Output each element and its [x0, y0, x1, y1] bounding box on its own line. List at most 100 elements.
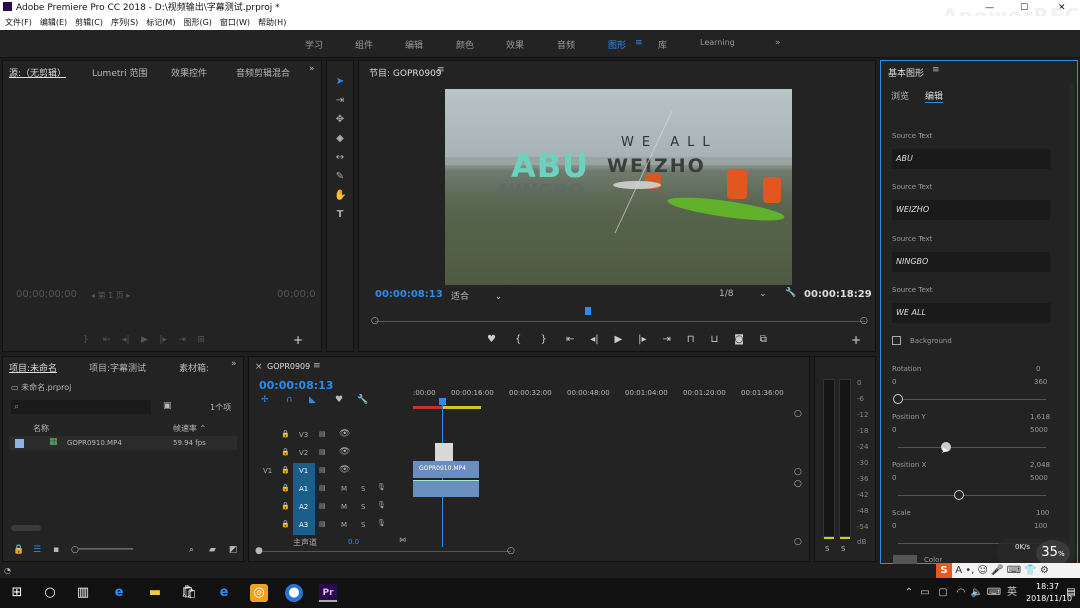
program-timecode[interactable]: 00:00:08:13 [375, 289, 443, 300]
ws-tab-graphics[interactable]: 图形 [608, 38, 626, 51]
tl-scroll-mid2[interactable]: ○ [794, 479, 802, 489]
position-y-slider[interactable] [898, 447, 1046, 448]
project-h-scrollbar[interactable] [11, 525, 41, 531]
menu-window[interactable]: 窗口(W) [220, 18, 250, 27]
add-marker-tl-icon[interactable]: ◣ [309, 395, 316, 405]
pen-tool-icon[interactable]: ✎ [334, 172, 346, 182]
wrench-icon[interactable]: 🔧 [785, 288, 796, 298]
lift-icon[interactable]: ⊓ [687, 334, 695, 345]
timeline-close-icon[interactable]: × [255, 362, 263, 372]
selection-tool-icon[interactable]: ➤ [334, 77, 346, 87]
graphic-clip-v2[interactable] [435, 443, 453, 461]
mark-in-icon[interactable]: { [515, 334, 521, 345]
icon-view-icon[interactable]: ▪ [53, 545, 59, 555]
panel-overflow-icon[interactable]: » [309, 64, 315, 74]
source-text-field-abu[interactable]: ABU [892, 149, 1050, 169]
razor-tool-icon[interactable]: ◆ [334, 134, 346, 144]
lock-v3-icon[interactable]: 🔒 [281, 430, 290, 438]
menu-file[interactable]: 文件(F) [5, 18, 32, 27]
ime-mode-icon[interactable]: 英 [1003, 584, 1021, 602]
menu-edit[interactable]: 编辑(E) [40, 18, 67, 27]
project-search-input[interactable]: ⌕ [11, 400, 151, 414]
ie-browser-icon[interactable]: e [215, 584, 233, 602]
tl-scroll-mid[interactable]: ○ [794, 467, 802, 477]
ws-tab-effects[interactable]: 效果 [506, 38, 524, 51]
store-icon[interactable]: 🛍 [180, 584, 198, 602]
tl-scroll-bottom[interactable]: ○ [794, 537, 802, 547]
track-select-tool-icon[interactable]: ⇥ [334, 96, 346, 106]
tab-audio-clip-mixer[interactable]: 音频剪辑混合 [236, 66, 290, 79]
tab-bin[interactable]: 素材箱: [179, 361, 209, 374]
solo-left-button[interactable]: S [825, 545, 829, 553]
tab-lumetri-scopes[interactable]: Lumetri 范围 [92, 66, 147, 79]
add-button-icon[interactable]: + [293, 333, 303, 347]
eye-v3-icon[interactable]: 👁 [339, 429, 350, 439]
source-text-field-ningbo[interactable]: NINGBO [892, 252, 1050, 272]
hand-tool-icon[interactable]: ✋ [334, 191, 346, 201]
program-title[interactable]: 节目: GOPR0909 [369, 66, 442, 79]
color-swatch[interactable] [893, 555, 917, 564]
marker-icon[interactable]: ♥ [335, 395, 343, 405]
program-playhead[interactable] [585, 307, 591, 315]
cortana-search-icon[interactable]: ○ [41, 584, 59, 602]
extract-icon[interactable]: ⊔ [710, 334, 718, 345]
sync-a1-icon[interactable]: ▤ [319, 484, 326, 492]
column-name[interactable]: 名称 [33, 423, 49, 434]
lock-v2-icon[interactable]: 🔒 [281, 448, 290, 456]
tab-project-untitled[interactable]: 项目:未命名 [9, 361, 57, 374]
scrub-right-end[interactable]: ○ [860, 316, 868, 326]
position-x-slider[interactable] [898, 495, 1046, 496]
go-to-in-icon[interactable]: ⇤ [566, 334, 574, 345]
ws-tab-assembly[interactable]: 组件 [355, 38, 373, 51]
video-clip-v1[interactable]: GOPR0910.MP4 [413, 461, 479, 478]
playhead-handle[interactable] [439, 398, 446, 405]
eye-v1-icon[interactable]: 👁 [339, 465, 350, 475]
ws-menu-icon[interactable]: ≡ [635, 38, 643, 48]
program-scrubber[interactable] [375, 321, 865, 322]
mic-a1-icon[interactable]: 🎙 [377, 483, 386, 491]
go-to-out-icon[interactable]: ⇥ [662, 334, 670, 345]
mute-a3[interactable]: M [341, 521, 347, 529]
step-back-icon[interactable]: ◂| [590, 334, 598, 345]
zoom-slider[interactable]: ○────────── [71, 545, 133, 555]
master-value[interactable]: 0.0 [348, 538, 359, 546]
sogou-icon[interactable]: S [936, 563, 952, 579]
mic-a2-icon[interactable]: 🎙 [377, 501, 386, 509]
program-menu-icon[interactable]: ≡ [437, 65, 445, 75]
mute-a1[interactable]: M [341, 485, 347, 493]
lock-a1-icon[interactable]: 🔒 [281, 484, 290, 492]
ws-tab-editing[interactable]: 编辑 [405, 38, 423, 51]
source-text-field-weizho[interactable]: WEIZHO [892, 200, 1050, 220]
file-explorer-icon[interactable]: ▬ [146, 584, 164, 602]
rotation-slider-knob[interactable] [893, 394, 903, 404]
lock-icon[interactable]: 🔒 [13, 545, 24, 555]
tray-network-icon[interactable]: ▢ [934, 584, 952, 602]
menu-help[interactable]: 帮助(H) [258, 18, 286, 27]
column-frame-rate[interactable]: 帧速率 ⌃ [173, 423, 206, 434]
camera-icon[interactable]: ◙ [734, 334, 744, 345]
mic-a3-icon[interactable]: 🎙 [377, 519, 386, 527]
ws-tab-learn[interactable]: 学习 [305, 38, 323, 51]
menu-marker[interactable]: 标记(M) [146, 18, 175, 27]
lock-a2-icon[interactable]: 🔒 [281, 502, 290, 510]
new-item-icon[interactable]: ◩ [229, 545, 238, 555]
sync-v1-icon[interactable]: ▤ [319, 466, 326, 474]
eye-v2-icon[interactable]: 👁 [339, 447, 350, 457]
compare-icon[interactable]: ⧉ [760, 334, 767, 345]
volume-icon[interactable]: 🔈 [968, 584, 986, 602]
track-a3-label[interactable]: A3 [299, 521, 308, 529]
app-globe-icon[interactable]: ● [285, 584, 303, 602]
solo-a3[interactable]: S [361, 521, 365, 529]
slip-tool-icon[interactable]: ↔ [334, 153, 346, 163]
solo-a2[interactable]: S [361, 503, 365, 511]
sync-a2-icon[interactable]: ▤ [319, 502, 326, 510]
tl-hscroll-left[interactable]: ● [255, 546, 263, 556]
track-a2-label[interactable]: A2 [299, 503, 308, 511]
ws-tab-libraries[interactable]: 库 [658, 38, 667, 51]
tab-effect-controls[interactable]: 效果控件 [171, 66, 207, 79]
mark-out-icon[interactable]: } [541, 334, 547, 345]
master-nav-icon[interactable]: ⋈ [399, 536, 406, 544]
mute-a2[interactable]: M [341, 503, 347, 511]
ime-settings-icon[interactable]: ⚙ [1040, 565, 1049, 576]
sync-v3-icon[interactable]: ▤ [319, 430, 326, 438]
